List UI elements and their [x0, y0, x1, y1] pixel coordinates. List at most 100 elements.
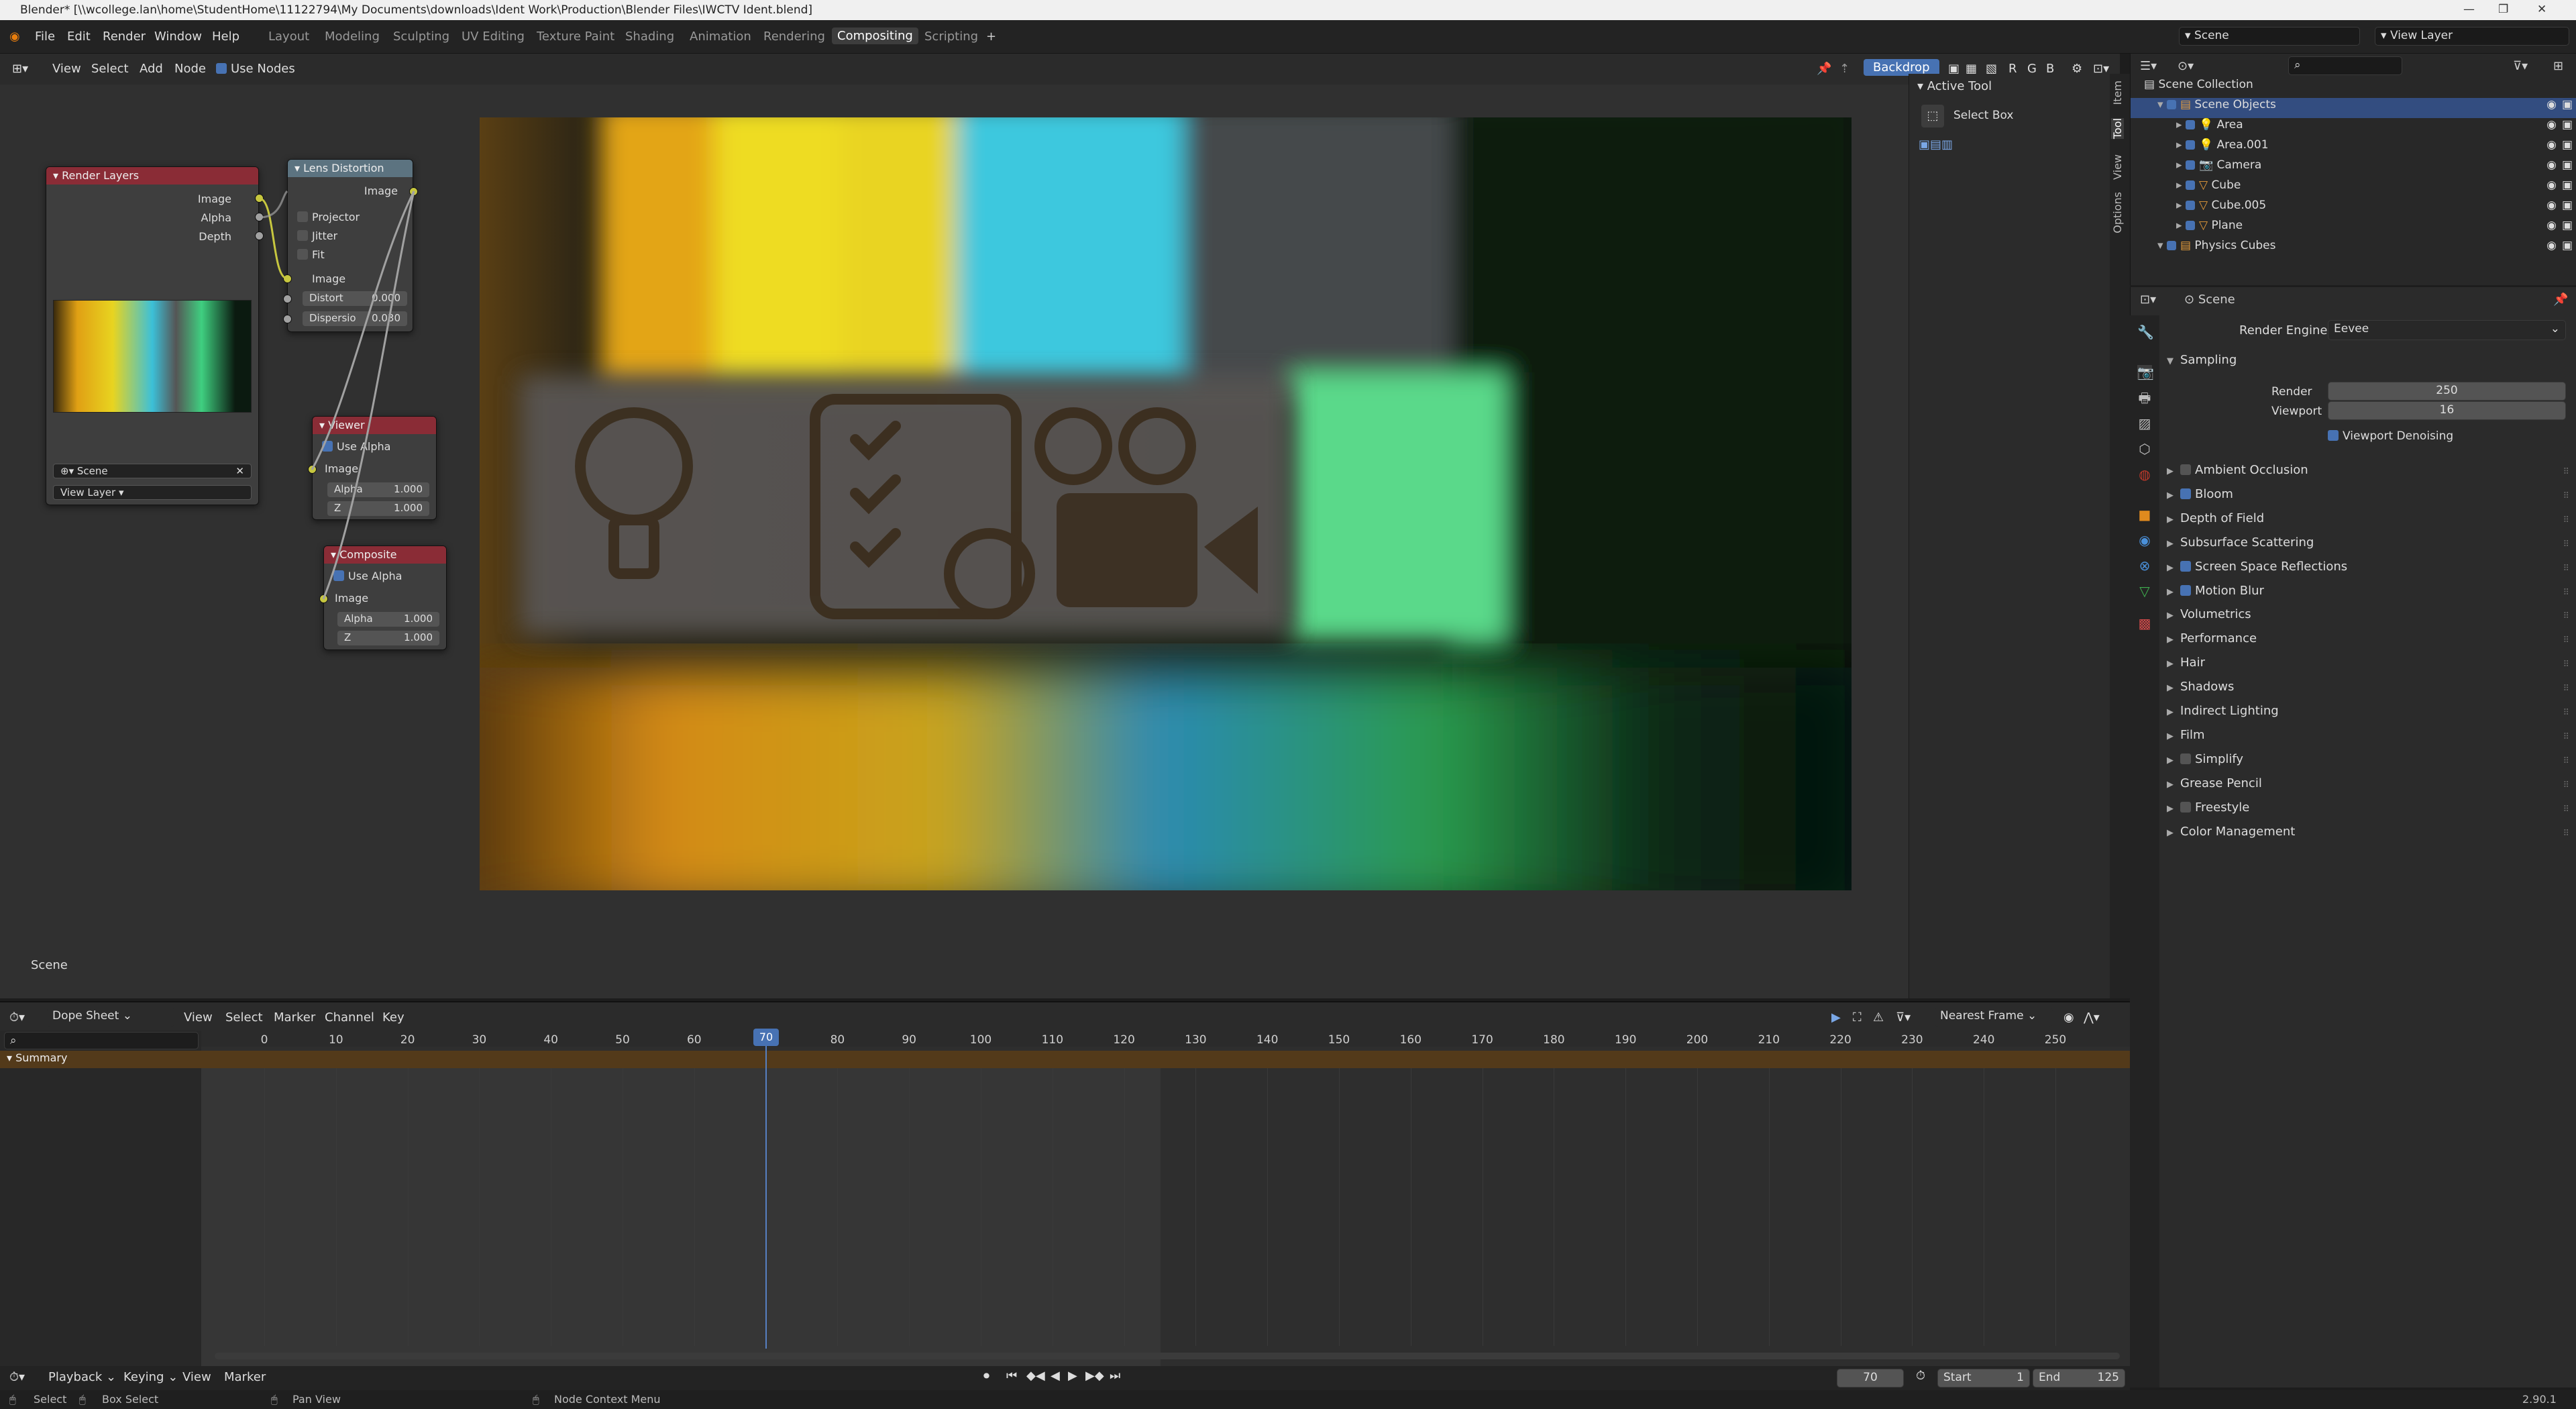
pin-icon[interactable]: 📌: [1817, 62, 1831, 76]
texture-tab-icon[interactable]: ▩: [2137, 616, 2152, 631]
drag-handle-icon[interactable]: ⠿: [2563, 780, 2569, 790]
active-tool-section[interactable]: ▾ Active Tool: [1917, 79, 1992, 93]
collection-checkbox[interactable]: [2166, 241, 2176, 250]
filter-icon[interactable]: ⊽▾: [1896, 1010, 1911, 1025]
expand-arrow-icon[interactable]: ▾: [2157, 98, 2163, 111]
world-tab-icon[interactable]: ◍: [2137, 467, 2152, 482]
panel-enable-checkbox[interactable]: [2180, 464, 2191, 475]
render-camera-icon[interactable]: ▣: [2562, 219, 2573, 232]
filter-icon[interactable]: ⊽▾: [2513, 59, 2528, 73]
dopesheet-mode-dropdown[interactable]: Dope Sheet ⌄: [47, 1008, 174, 1027]
drag-handle-icon[interactable]: ⠿: [2563, 660, 2569, 670]
data-tab-icon[interactable]: ▽: [2137, 584, 2152, 598]
render-panel-header[interactable]: ▶ Film ⠿: [2167, 728, 2569, 749]
render-camera-icon[interactable]: ▣: [2562, 199, 2573, 212]
new-collection-icon[interactable]: ⊞: [2553, 59, 2563, 73]
object-tab-icon[interactable]: ■: [2137, 507, 2152, 522]
render-panel-header[interactable]: ▶ Ambient Occlusion ⠿: [2167, 463, 2569, 484]
playback-marker-menu[interactable]: Marker: [224, 1370, 266, 1384]
drag-handle-icon[interactable]: ⠿: [2563, 491, 2569, 501]
render-panel-header[interactable]: ▶ Hair ⠿: [2167, 656, 2569, 677]
selection-mode-icons[interactable]: ▣▤▥: [1919, 138, 1953, 152]
outliner-row[interactable]: ▸ ▽ Cube ◉ ▣: [2131, 178, 2576, 199]
render-camera-icon[interactable]: ▣: [2562, 138, 2573, 152]
preview-range-icon[interactable]: ⏱: [1916, 1369, 1925, 1383]
show-hidden-icon[interactable]: ⛶: [1853, 1010, 1862, 1025]
horizontal-scrollbar[interactable]: [215, 1353, 2120, 1359]
summary-row[interactable]: ▾ Summary: [0, 1051, 2130, 1068]
constraints-tab-icon[interactable]: ⊗: [2137, 558, 2152, 573]
render-panel-header[interactable]: ▶ Simplify ⠿: [2167, 752, 2569, 774]
end-frame-field[interactable]: End 125: [2033, 1369, 2125, 1388]
tab-uv-editing[interactable]: UV Editing: [462, 30, 525, 44]
render-camera-icon[interactable]: ▣: [2562, 158, 2573, 172]
play-icon[interactable]: ▶: [1068, 1369, 1077, 1383]
physics-tab-icon[interactable]: ◉: [2137, 533, 2152, 547]
tab-animation[interactable]: Animation: [690, 30, 751, 44]
viewport-denoising-checkbox[interactable]: [2328, 430, 2339, 441]
drag-handle-icon[interactable]: ⠿: [2563, 684, 2569, 694]
tab-rendering[interactable]: Rendering: [763, 30, 825, 44]
render-panel-header[interactable]: ▶ Volumetrics ⠿: [2167, 607, 2569, 629]
dope-menu-channel[interactable]: Channel: [325, 1010, 374, 1025]
playback-view-menu[interactable]: View: [182, 1370, 211, 1384]
outliner-row[interactable]: ▸ 💡 Area.001 ◉ ▣: [2131, 138, 2576, 158]
render-samples-field[interactable]: 250: [2328, 382, 2566, 401]
jump-start-icon[interactable]: ⏮: [1006, 1369, 1017, 1383]
prev-keyframe-icon[interactable]: ◆◀: [1026, 1369, 1045, 1383]
scene-collection-row[interactable]: ▤ Scene Collection: [2131, 78, 2576, 98]
outliner-editor-type-icon[interactable]: ☰▾: [2140, 59, 2157, 73]
outliner-row[interactable]: ▾ ▤ Physics Cubes ◉ ▣: [2131, 239, 2576, 259]
dope-menu-view[interactable]: View: [184, 1010, 213, 1025]
drag-handle-icon[interactable]: ⠿: [2563, 804, 2569, 815]
expand-arrow-icon[interactable]: ▸: [2176, 158, 2182, 172]
visibility-eye-icon[interactable]: ◉: [2546, 138, 2557, 152]
output-tab-icon[interactable]: 🖶: [2137, 390, 2152, 405]
expand-arrow-icon[interactable]: ▸: [2176, 118, 2182, 132]
tab-compositing[interactable]: Compositing: [832, 28, 918, 44]
panel-enable-checkbox[interactable]: [2180, 584, 2191, 596]
panel-enable-checkbox[interactable]: [2180, 488, 2191, 499]
render-panel-header[interactable]: ▶ Bloom ⠿: [2167, 487, 2569, 509]
tab-tool[interactable]: Tool: [2111, 118, 2124, 140]
drag-handle-icon[interactable]: ⠿: [2563, 588, 2569, 598]
snap-mode-dropdown[interactable]: Nearest Frame ⌄: [1935, 1008, 2053, 1027]
collection-checkbox[interactable]: [2185, 180, 2195, 190]
render-panel-header[interactable]: ▶ Motion Blur ⠿: [2167, 584, 2569, 605]
dope-menu-key[interactable]: Key: [382, 1010, 405, 1025]
drag-handle-icon[interactable]: ⠿: [2563, 539, 2569, 550]
expand-arrow-icon[interactable]: ▸: [2176, 138, 2182, 152]
visibility-eye-icon[interactable]: ◉: [2546, 118, 2557, 132]
collection-checkbox[interactable]: [2185, 140, 2195, 150]
tab-options[interactable]: Options: [2111, 192, 2124, 233]
expand-arrow-icon[interactable]: ▸: [2176, 178, 2182, 192]
parent-icon[interactable]: ⇡: [1839, 62, 1849, 76]
render-camera-icon[interactable]: ▣: [2562, 239, 2573, 252]
add-workspace-icon[interactable]: +: [986, 30, 996, 44]
render-engine-dropdown[interactable]: Eevee ⌄: [2328, 320, 2566, 340]
outliner-row[interactable]: ▾ ▤ Scene Objects ◉ ▣: [2131, 98, 2576, 118]
jump-end-icon[interactable]: ⏭: [1110, 1369, 1120, 1383]
render-panel-header[interactable]: ▶ Color Management ⠿: [2167, 825, 2569, 846]
restore-icon[interactable]: ❐: [2498, 3, 2508, 16]
tab-shading[interactable]: Shading: [625, 30, 674, 44]
sampling-panel-header[interactable]: ▼ Sampling: [2167, 353, 2569, 374]
panel-enable-checkbox[interactable]: [2180, 801, 2191, 813]
collection-checkbox[interactable]: [2185, 201, 2195, 210]
viewport-denoising-toggle[interactable]: Viewport Denoising: [2328, 429, 2453, 443]
view-layer-selector[interactable]: ▾ View Layer: [2375, 27, 2569, 46]
falloff-icon[interactable]: ⋀▾: [2084, 1010, 2100, 1025]
render-panel-header[interactable]: ▶ Performance ⠿: [2167, 631, 2569, 653]
render-panel-header[interactable]: ▶ Indirect Lighting ⠿: [2167, 704, 2569, 725]
select-box-icon[interactable]: ⬚: [1921, 105, 1944, 127]
collection-checkbox[interactable]: [2185, 221, 2195, 230]
drag-handle-icon[interactable]: ⠿: [2563, 756, 2569, 766]
render-panel-header[interactable]: ▶ Screen Space Reflections ⠿: [2167, 560, 2569, 581]
expand-arrow-icon[interactable]: ▾: [2157, 239, 2163, 252]
viewport-samples-field[interactable]: 16: [2328, 401, 2566, 420]
scene-selector[interactable]: ▾ Scene: [2179, 27, 2360, 46]
outliner-search[interactable]: ⌕: [2288, 56, 2402, 75]
scene-tab-icon[interactable]: ⬡: [2137, 441, 2152, 456]
visibility-eye-icon[interactable]: ◉: [2546, 199, 2557, 212]
outliner-row[interactable]: ▸ ▽ Plane ◉ ▣: [2131, 219, 2576, 239]
